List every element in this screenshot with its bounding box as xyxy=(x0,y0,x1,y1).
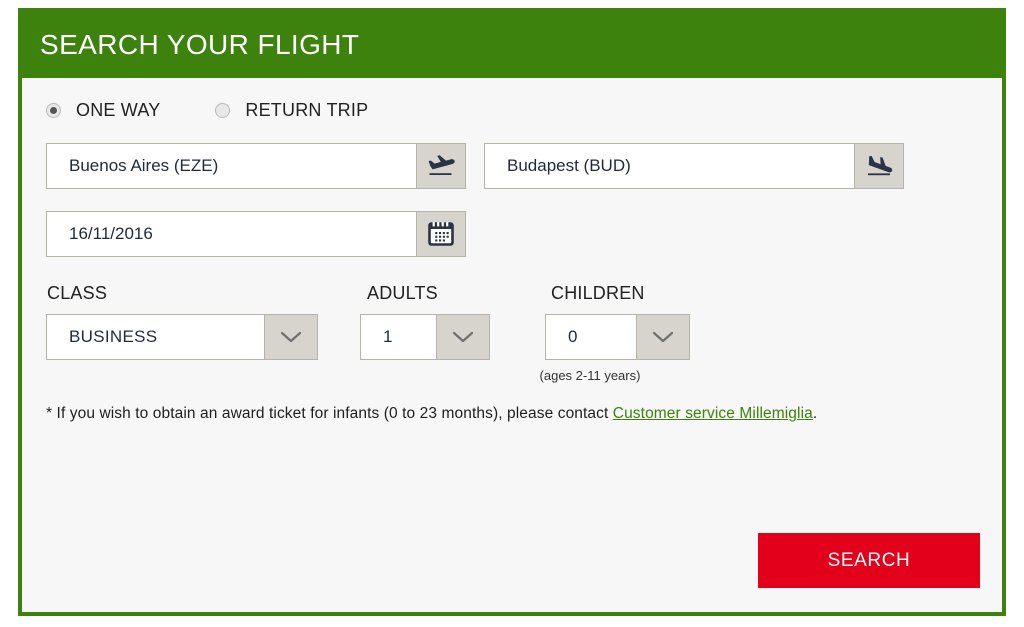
passenger-labels-row: CLASS ADULTS CHILDREN xyxy=(44,283,980,304)
origin-picker-button[interactable] xyxy=(416,144,465,188)
chevron-down-icon xyxy=(452,330,474,344)
radio-return-trip[interactable]: RETURN TRIP xyxy=(215,100,368,121)
airplane-landing-icon xyxy=(864,153,894,179)
search-action-row: SEARCH xyxy=(758,533,980,588)
origin-field[interactable]: Buenos Aires (EZE) xyxy=(46,143,466,189)
calendar-picker-button[interactable] xyxy=(416,212,465,256)
class-select-toggle[interactable] xyxy=(264,315,317,359)
radio-one-way-label: ONE WAY xyxy=(76,100,161,120)
widget-header: SEARCH YOUR FLIGHT xyxy=(22,12,1002,78)
radio-one-way[interactable]: ONE WAY xyxy=(46,100,160,121)
adults-select-value[interactable]: 1 xyxy=(361,315,436,359)
infant-footnote-text: * If you wish to obtain an award ticket … xyxy=(46,405,613,422)
adults-label: ADULTS xyxy=(367,283,438,303)
destination-picker-button[interactable] xyxy=(854,144,903,188)
class-select[interactable]: BUSINESS xyxy=(46,314,318,360)
widget-body: ONE WAY RETURN TRIP Buenos Aires (EZE) B… xyxy=(22,78,1002,612)
chevron-down-icon xyxy=(652,330,674,344)
children-select[interactable]: 0 xyxy=(545,314,690,360)
search-button[interactable]: SEARCH xyxy=(758,533,980,588)
flight-search-widget: SEARCH YOUR FLIGHT ONE WAY RETURN TRIP B… xyxy=(18,8,1006,616)
destination-field[interactable]: Budapest (BUD) xyxy=(484,143,904,189)
departure-date-field[interactable]: 16/11/2016 xyxy=(46,211,466,257)
customer-service-link[interactable]: Customer service Millemiglia xyxy=(613,405,813,422)
class-label: CLASS xyxy=(47,283,108,303)
children-age-note: (ages 2-11 years) xyxy=(539,368,641,383)
chevron-down-icon xyxy=(280,330,302,344)
route-row: Buenos Aires (EZE) Budapest (BUD) xyxy=(44,143,980,189)
radio-selected-icon[interactable] xyxy=(46,103,61,118)
passenger-selects-row: BUSINESS 1 0 (ages 2-11 years) xyxy=(44,314,980,383)
airplane-takeoff-icon xyxy=(426,153,456,179)
adults-select[interactable]: 1 xyxy=(360,314,490,360)
calendar-icon xyxy=(427,220,455,248)
children-select-toggle[interactable] xyxy=(636,315,689,359)
departure-date-input[interactable]: 16/11/2016 xyxy=(47,212,416,256)
date-row: 16/11/2016 xyxy=(44,211,980,257)
radio-unselected-icon[interactable] xyxy=(215,103,231,118)
children-group: 0 (ages 2-11 years) xyxy=(490,314,690,383)
destination-input[interactable]: Budapest (BUD) xyxy=(485,144,854,188)
infant-footnote: * If you wish to obtain an award ticket … xyxy=(44,405,980,423)
origin-input[interactable]: Buenos Aires (EZE) xyxy=(47,144,416,188)
page-title: SEARCH YOUR FLIGHT xyxy=(40,29,360,60)
infant-footnote-suffix: . xyxy=(812,405,818,422)
trip-type-group: ONE WAY RETURN TRIP xyxy=(44,78,980,121)
class-select-value[interactable]: BUSINESS xyxy=(47,315,264,359)
radio-return-trip-label: RETURN TRIP xyxy=(245,100,369,120)
children-label: CHILDREN xyxy=(551,283,645,303)
adults-select-toggle[interactable] xyxy=(436,315,489,359)
children-select-value[interactable]: 0 xyxy=(546,315,636,359)
